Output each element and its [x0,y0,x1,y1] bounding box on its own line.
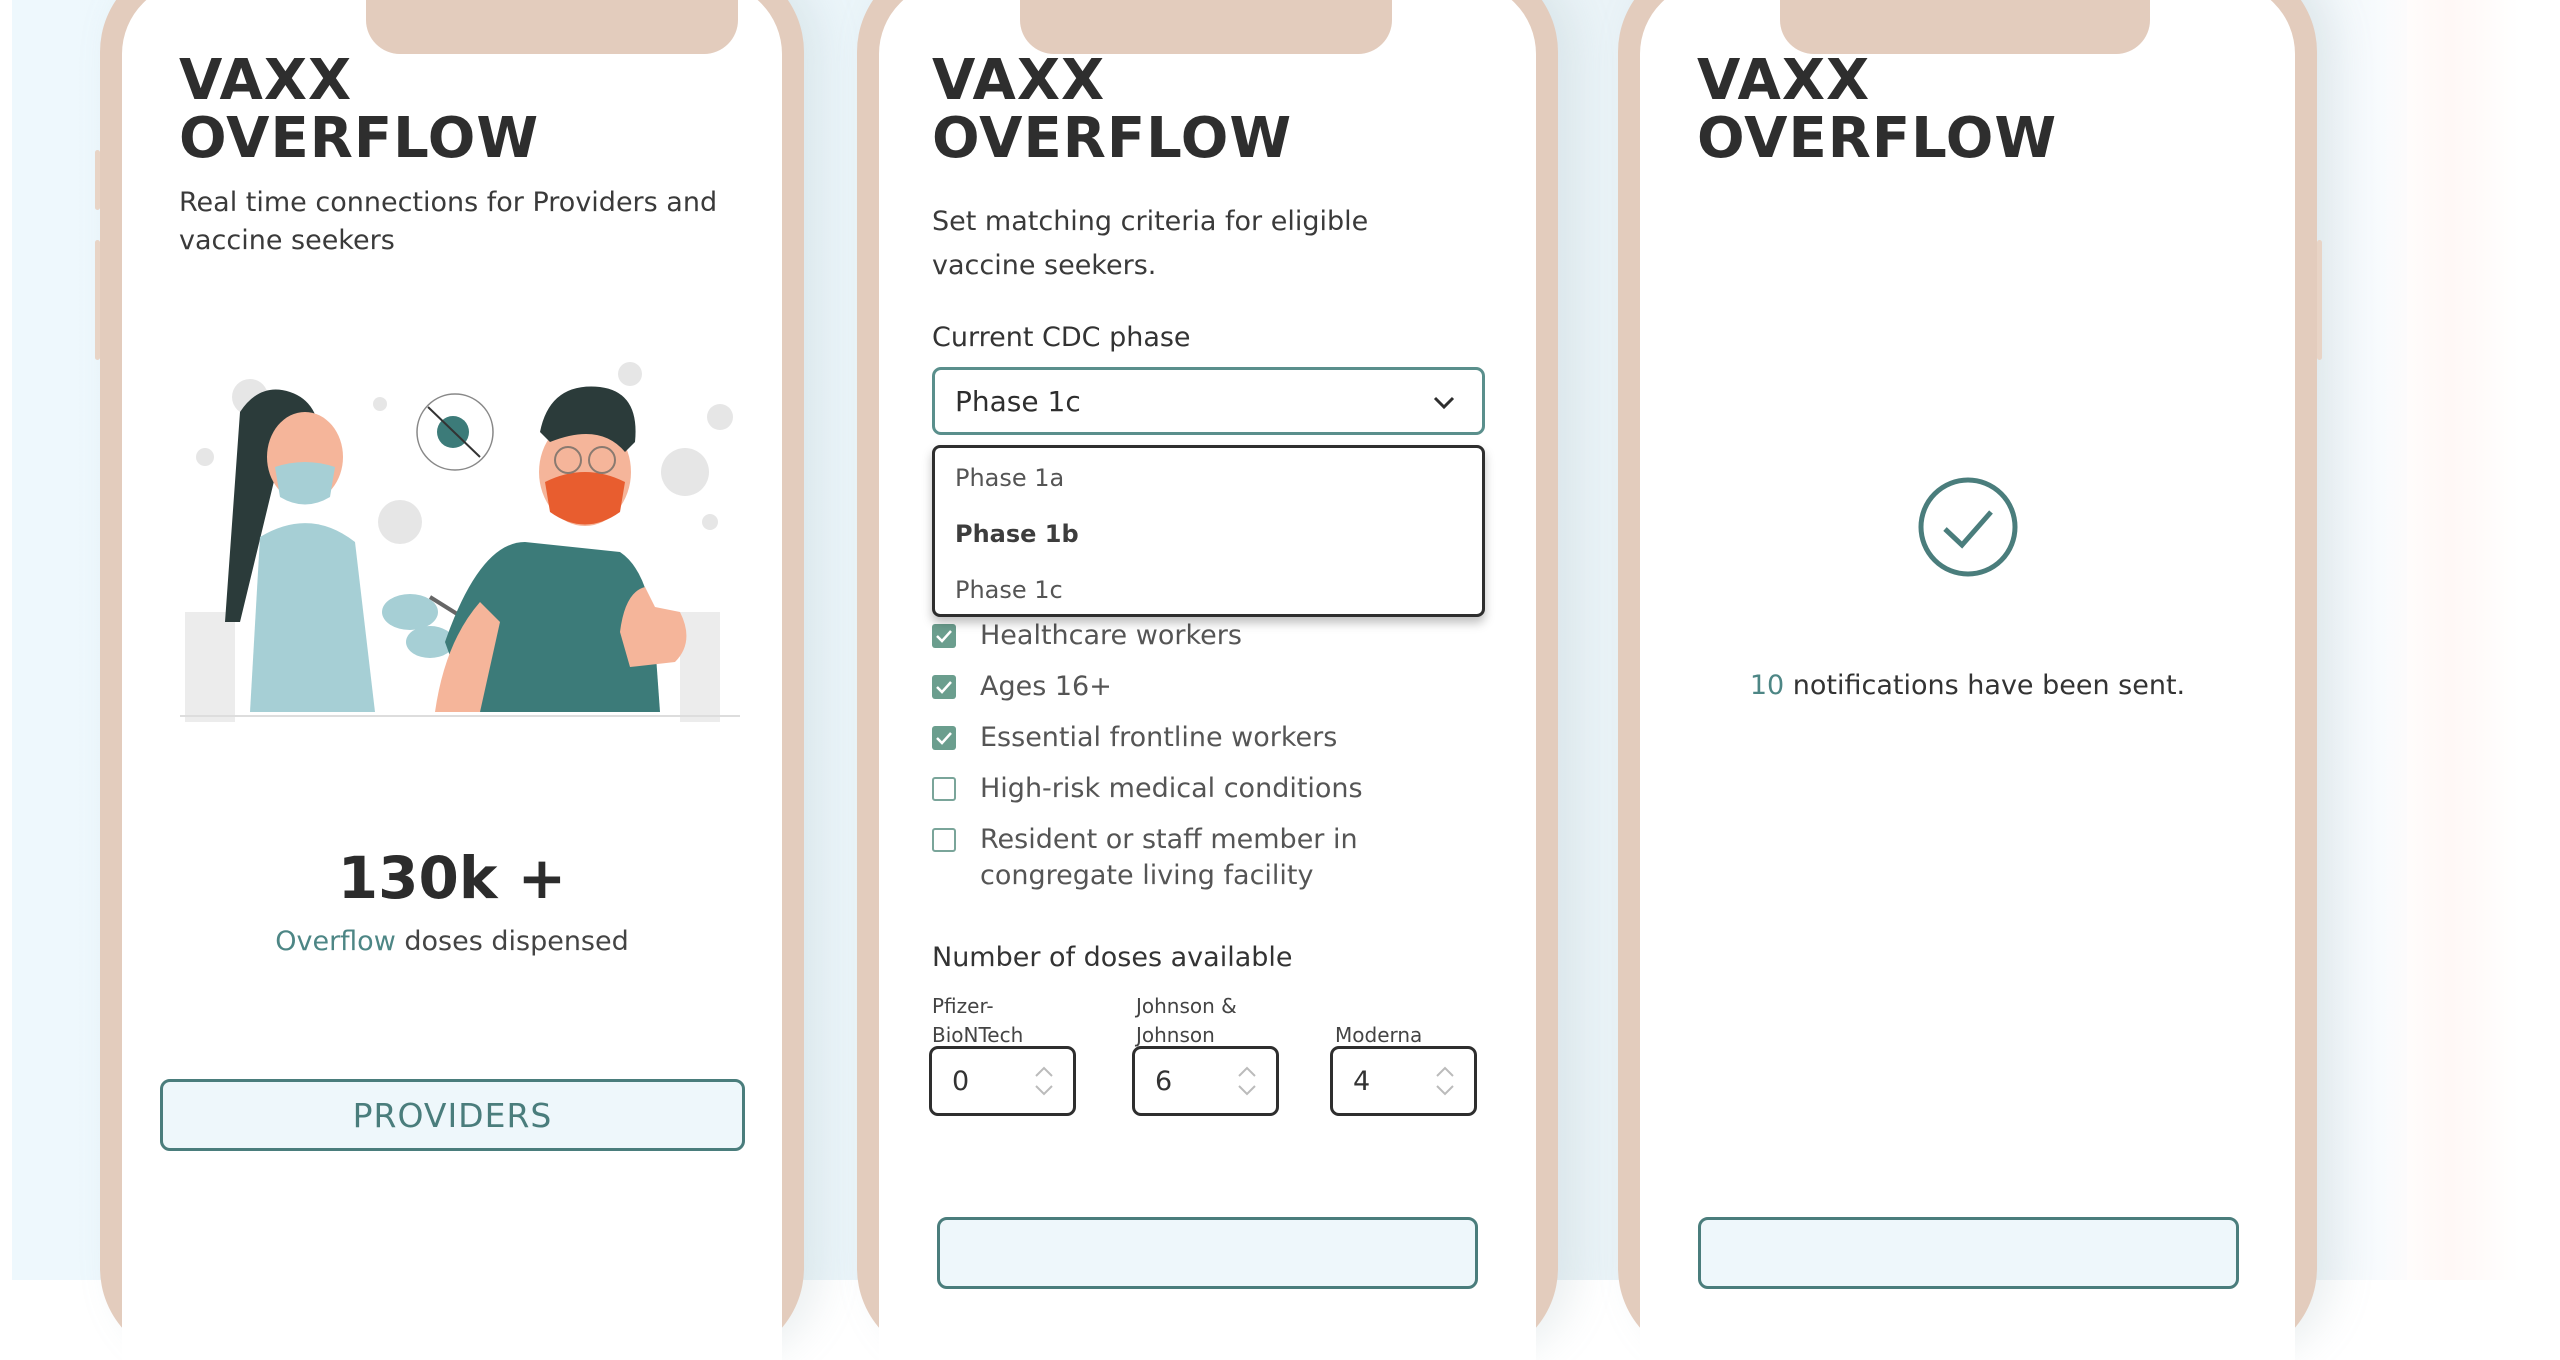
app-logo: VAXX OVERFLOW [932,52,1292,168]
criteria-label: Resident or staff member in congregate l… [980,824,1358,891]
doses-dispensed-count: 130k + [337,844,567,912]
doses-label: Number of doses available [932,942,1293,973]
logo-line-2: OVERFLOW [932,106,1293,171]
phase-option[interactable]: Phase 1c [955,576,1063,604]
phone-frame-confirmation: VAXX OVERFLOW 10 notifications have been… [1618,0,2322,1360]
stepper-value: 4 [1353,1065,1371,1097]
stepper-value: 6 [1155,1065,1173,1097]
criteria-screen: VAXX OVERFLOW Set matching criteria for … [879,0,1536,1360]
logo-line-2: OVERFLOW [179,106,540,171]
app-logo: VAXX OVERFLOW [179,52,539,168]
criteria-item[interactable]: Essential frontline workers [932,720,1337,756]
criteria-intro: Set matching criteria for eligible vacci… [932,206,1369,281]
phone-frame-criteria: VAXX OVERFLOW Set matching criteria for … [857,0,1558,1360]
jj-dose-stepper[interactable]: 6 [1132,1046,1279,1116]
checkbox-checked[interactable] [932,624,956,648]
phase-option-highlighted[interactable]: Phase 1b [955,520,1079,548]
doses-dispensed-caption: Overflow doses dispensed [122,926,782,957]
criteria-label: High-risk medical conditions [980,773,1363,804]
phase-selected-value: Phase 1c [955,384,1081,418]
pfizer-dose-stepper[interactable]: 0 [929,1046,1076,1116]
vendor-label-jj: Johnson & Johnson [1136,992,1237,1050]
phase-option[interactable]: Phase 1a [955,464,1064,492]
check-icon [936,681,952,694]
criteria-label: Healthcare workers [980,620,1242,651]
providers-button[interactable]: PROVIDERS [160,1079,745,1151]
nurse-vaccinating-patient-illustration [180,362,740,722]
stepper-arrows-icon[interactable] [1434,1061,1456,1101]
checkbox-checked[interactable] [932,675,956,699]
criteria-item[interactable]: High-risk medical conditions [932,771,1363,807]
vendor-label-pfizer: Pfizer- BioNTech [932,992,1023,1050]
phone-notch [1780,0,2150,54]
logo-line-2: OVERFLOW [1697,106,2058,171]
cdc-phase-select[interactable]: Phase 1c [932,367,1485,435]
check-icon [936,732,952,745]
criteria-item[interactable]: Ages 16+ [932,669,1112,705]
success-check-icon [1918,477,2018,577]
checkbox-unchecked[interactable] [932,828,956,852]
criteria-label: Essential frontline workers [980,722,1338,753]
caption-rest: doses dispensed [395,926,629,957]
landing-screen: VAXX OVERFLOW Real time connections for … [122,0,782,1360]
confirmation-action-button[interactable] [1698,1217,2239,1289]
vendor-label-line: Pfizer- [932,994,994,1018]
caption-accent: Overflow [275,926,396,957]
criteria-item[interactable]: Healthcare workers [932,618,1242,654]
logo-line-1: VAXX [179,48,353,113]
tagline: Real time connections for Providers and … [179,187,718,256]
phone-side-button [95,240,100,360]
moderna-dose-stepper[interactable]: 4 [1330,1046,1477,1116]
phone-side-button [2317,240,2322,360]
submit-criteria-button[interactable] [937,1217,1478,1289]
check-icon [936,630,952,643]
chevron-down-icon [1433,396,1455,410]
stepper-value: 0 [952,1065,970,1097]
logo-line-1: VAXX [1697,48,1871,113]
criteria-item[interactable]: Resident or staff member in congregate l… [932,822,1400,894]
checkbox-unchecked[interactable] [932,777,956,801]
logo-line-1: VAXX [932,48,1106,113]
cdc-phase-dropdown: Phase 1a Phase 1b Phase 1c [932,445,1485,617]
notification-count: 10 [1749,670,1785,701]
phone-side-button [95,150,100,210]
app-logo: VAXX OVERFLOW [1697,52,2057,168]
stepper-arrows-icon[interactable] [1236,1061,1258,1101]
notifications-sent-message: 10 notifications have been sent. [1640,670,2295,701]
page-background-fade [2380,0,2520,1280]
confirmation-screen: VAXX OVERFLOW 10 notifications have been… [1640,0,2295,1360]
checkbox-checked[interactable] [932,726,956,750]
phone-notch [366,0,738,54]
phone-frame-landing: VAXX OVERFLOW Real time connections for … [95,0,804,1360]
stepper-arrows-icon[interactable] [1033,1061,1055,1101]
phone-notch [1020,0,1392,54]
criteria-label: Ages 16+ [980,671,1112,702]
phase-label: Current CDC phase [932,322,1191,353]
vendor-label-line: Johnson & [1136,994,1237,1018]
notification-message: notifications have been sent. [1784,670,2186,701]
